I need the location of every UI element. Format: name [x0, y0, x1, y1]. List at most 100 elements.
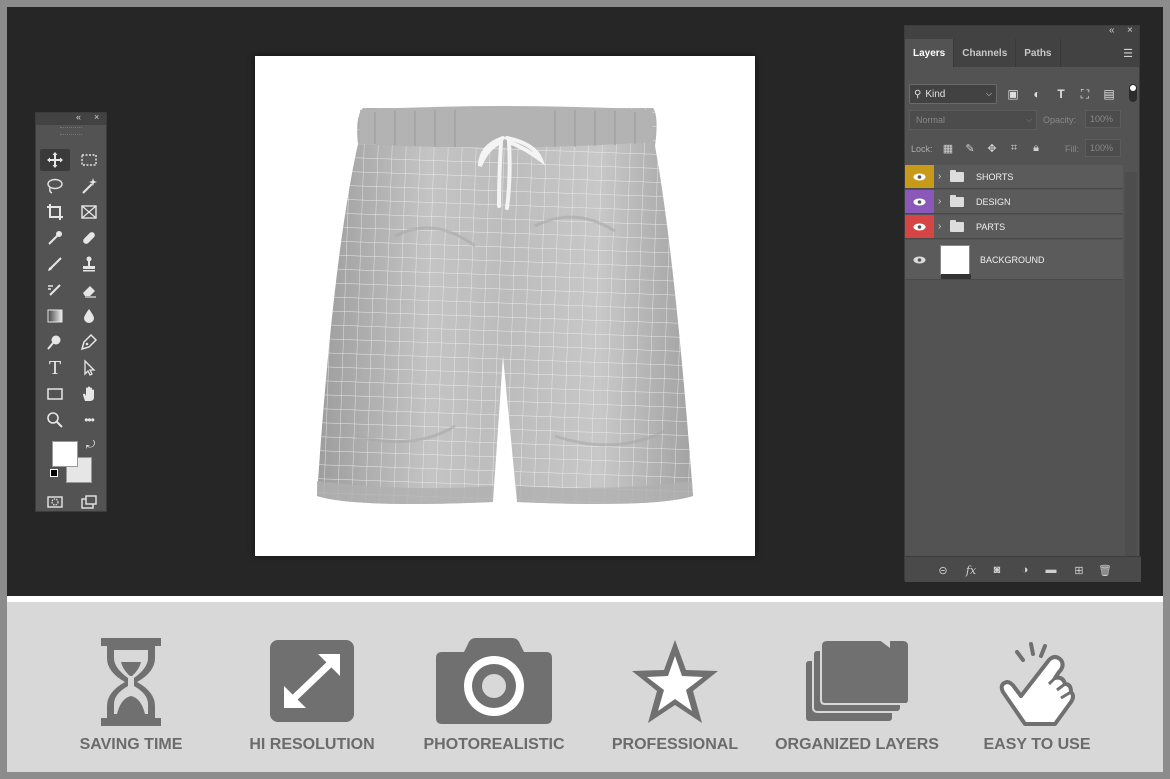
- lock-artboard-icon[interactable]: ⌗: [1007, 141, 1021, 155]
- type-icon: T: [48, 357, 61, 379]
- collapse-icon[interactable]: «: [1109, 25, 1115, 36]
- fill-label: Fill:: [1065, 144, 1079, 154]
- eraser-tool[interactable]: [74, 279, 104, 301]
- hand-tool[interactable]: [74, 383, 104, 405]
- search-icon: ⚲: [914, 88, 922, 100]
- frame-tool[interactable]: [74, 201, 104, 223]
- history-brush-icon: [48, 284, 61, 296]
- close-icon[interactable]: ×: [94, 112, 99, 122]
- history-brush-tool[interactable]: [40, 279, 70, 301]
- layer-background[interactable]: BACKGROUND: [905, 240, 1123, 280]
- foreground-color-swatch[interactable]: [52, 441, 78, 467]
- fill-value: 100%: [1090, 143, 1114, 153]
- layer-name: SHORTS: [976, 171, 1014, 182]
- new-layer-icon[interactable]: ⊞: [1071, 562, 1087, 578]
- opacity-input[interactable]: 100%: [1085, 110, 1121, 128]
- gradient-tool[interactable]: [40, 305, 70, 327]
- layer-design[interactable]: › DESIGN: [905, 190, 1123, 214]
- visibility-toggle[interactable]: [905, 215, 934, 238]
- screen-mode-button[interactable]: [74, 491, 104, 513]
- visibility-toggle[interactable]: [905, 240, 934, 279]
- adjustment-icon[interactable]: ◑: [1017, 562, 1033, 578]
- features-bar: SAVING TIME HI RESOLUTION PHOTOREALISTIC: [7, 602, 1163, 772]
- layers-panel-header: « ×: [905, 25, 1139, 39]
- lock-all-icon[interactable]: 🔒︎: [1029, 141, 1043, 155]
- link-icon[interactable]: ⊝: [935, 562, 951, 578]
- marquee-tool[interactable]: [74, 149, 104, 171]
- blur-icon: [84, 309, 94, 323]
- feature-easy-to-use: EASY TO USE: [947, 602, 1127, 772]
- pointer-hand-icon: [999, 642, 1075, 726]
- eye-icon: [913, 256, 926, 263]
- adjustment-filter-icon[interactable]: ◐: [1029, 86, 1045, 102]
- rectangle-tool[interactable]: [40, 383, 70, 405]
- stamp-tool[interactable]: [74, 253, 104, 275]
- filter-toggle[interactable]: [1129, 84, 1137, 102]
- move-tool[interactable]: [40, 149, 70, 171]
- visibility-toggle[interactable]: [905, 190, 934, 213]
- layer-shorts[interactable]: › SHORTS: [905, 165, 1123, 189]
- visibility-toggle[interactable]: [905, 165, 934, 188]
- pen-tool[interactable]: [74, 331, 104, 353]
- blend-mode-select[interactable]: Normal ⌵: [909, 110, 1037, 130]
- panel-menu-icon[interactable]: ☰: [1123, 47, 1133, 60]
- lock-transparent-icon[interactable]: ▦: [941, 141, 955, 155]
- feature-label: ORGANIZED LAYERS: [775, 736, 939, 753]
- collapse-icon[interactable]: «: [76, 112, 81, 122]
- eye-icon: [913, 223, 926, 230]
- lock-position-icon[interactable]: ✥: [985, 141, 999, 155]
- magic-wand-icon: [82, 178, 97, 194]
- eraser-icon: [83, 286, 96, 298]
- panel-tabs: Layers Channels Paths ☰: [905, 39, 1139, 67]
- quick-mask-button[interactable]: [40, 491, 70, 513]
- fx-icon[interactable]: fx: [963, 562, 979, 578]
- blur-tool[interactable]: [74, 305, 104, 327]
- type-tool[interactable]: T: [40, 357, 70, 379]
- lasso-tool[interactable]: [40, 175, 70, 197]
- new-group-icon[interactable]: ▬: [1043, 562, 1059, 578]
- close-icon[interactable]: ×: [1127, 25, 1133, 36]
- brush-tool[interactable]: [40, 253, 70, 275]
- magic-wand-tool[interactable]: [74, 175, 104, 197]
- tab-channels[interactable]: Channels: [954, 39, 1017, 67]
- smart-object-filter-icon[interactable]: ▤: [1101, 86, 1117, 102]
- expand-arrow-icon[interactable]: ›: [938, 221, 948, 232]
- quick-mask-icon: [47, 496, 63, 508]
- shape-filter-icon[interactable]: ⛶: [1077, 86, 1093, 102]
- pixel-filter-icon[interactable]: ▣: [1005, 86, 1021, 102]
- tools-panel-header: « ×: [36, 112, 106, 125]
- path-select-tool[interactable]: [74, 357, 104, 379]
- tools-panel: « × T ••• ⤾: [35, 112, 107, 512]
- trash-icon[interactable]: 🗑︎: [1097, 562, 1113, 578]
- swap-colors-icon[interactable]: ⤾: [86, 439, 95, 452]
- layer-parts[interactable]: › PARTS: [905, 215, 1123, 239]
- layer-name: BACKGROUND: [980, 254, 1045, 265]
- tab-layers[interactable]: Layers: [905, 39, 955, 67]
- lasso-icon: [47, 178, 63, 194]
- crop-tool[interactable]: [40, 201, 70, 223]
- feature-label: HI RESOLUTION: [249, 736, 375, 753]
- healing-tool[interactable]: [74, 227, 104, 249]
- mask-icon[interactable]: ◙: [989, 562, 1005, 578]
- document-canvas[interactable]: [255, 56, 755, 556]
- layer-filter-row: ⚲ Kind ⌵ ▣ ◐ T ⛶ ▤: [905, 84, 1141, 106]
- eyedropper-tool[interactable]: [40, 227, 70, 249]
- more-tools[interactable]: •••: [74, 409, 104, 431]
- drag-grip[interactable]: [60, 127, 82, 135]
- lock-pixels-icon[interactable]: ✎: [963, 141, 977, 155]
- dodge-tool[interactable]: [40, 331, 70, 353]
- layer-thumbnail: [940, 244, 971, 279]
- kind-filter-select[interactable]: ⚲ Kind ⌵: [909, 84, 997, 104]
- pen-icon: [80, 333, 98, 351]
- move-icon: [47, 152, 63, 168]
- zoom-tool[interactable]: [40, 409, 70, 431]
- layers-scrollbar[interactable]: [1125, 172, 1137, 556]
- folder-icon: [950, 169, 964, 182]
- expand-arrow-icon[interactable]: ›: [938, 196, 948, 207]
- feature-label: PROFESSIONAL: [611, 736, 739, 753]
- tab-paths[interactable]: Paths: [1016, 39, 1061, 67]
- expand-arrow-icon[interactable]: ›: [938, 171, 948, 182]
- default-colors-icon[interactable]: [50, 469, 58, 477]
- type-filter-icon[interactable]: T: [1053, 86, 1069, 102]
- fill-input[interactable]: 100%: [1085, 139, 1121, 157]
